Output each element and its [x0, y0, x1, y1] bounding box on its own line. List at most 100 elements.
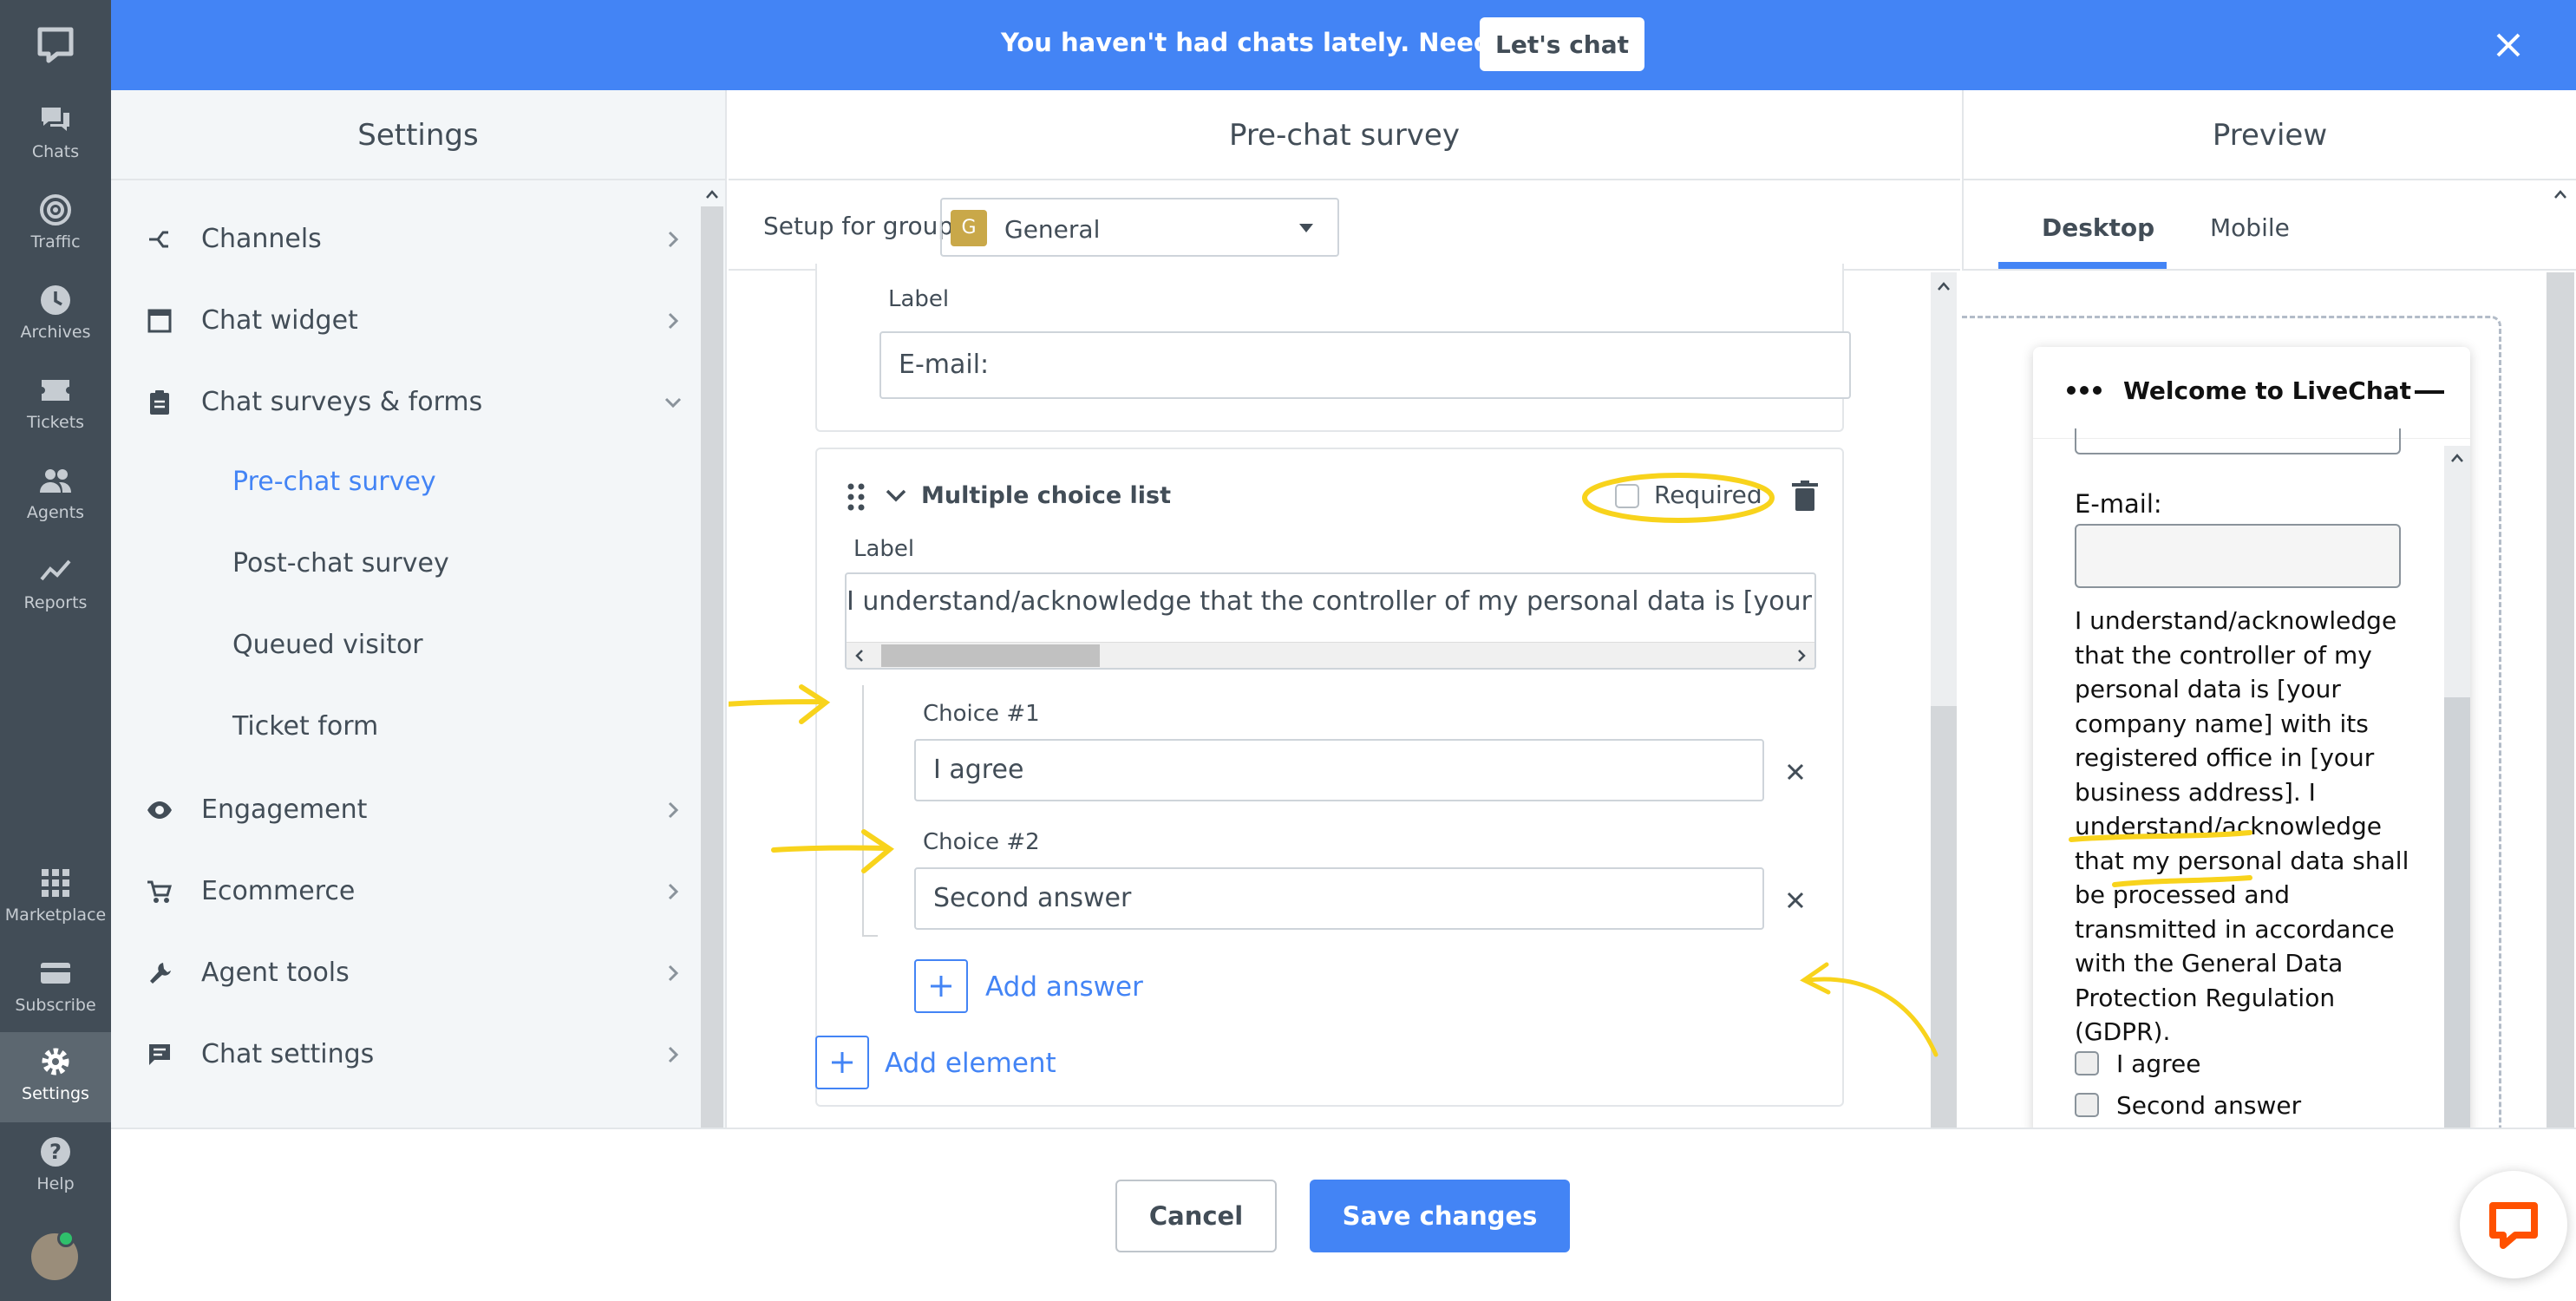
option-2-label: Second answer	[2116, 1091, 2302, 1120]
rail-item-chats[interactable]: Chats	[0, 90, 111, 180]
rail-item-marketplace[interactable]: Marketplace	[0, 853, 111, 944]
livechat-logo-icon[interactable]	[35, 24, 76, 66]
app-root: { "rail": { "items": [ {"label": "Chats"…	[0, 0, 2576, 1301]
save-changes-button[interactable]: Save changes	[1310, 1180, 1570, 1252]
rail-item-settings[interactable]: Settings	[0, 1032, 111, 1122]
rail-label: Archives	[20, 323, 91, 342]
settings-scrollbar-thumb[interactable]	[701, 206, 723, 1128]
clipboard-icon	[150, 390, 169, 415]
rail-label: Agents	[26, 503, 85, 522]
rail-item-agents[interactable]: Agents	[0, 451, 111, 541]
ticket-icon	[42, 380, 69, 401]
livechat-launcher[interactable]	[2460, 1171, 2567, 1278]
scroll-up-icon[interactable]	[2552, 186, 2569, 203]
tab-desktop-underline	[1998, 262, 2167, 269]
rail-label: Subscribe	[15, 996, 96, 1015]
consent-line: personal data is [your	[2075, 675, 2341, 703]
menu-item-chat-surveys[interactable]: Chat surveys & forms	[146, 376, 683, 428]
consent-line: I understand/acknowledge	[2075, 606, 2397, 635]
online-status-dot	[57, 1230, 75, 1247]
rail-label: Tickets	[26, 413, 85, 432]
clock-icon	[41, 285, 70, 315]
card-icon	[41, 963, 70, 984]
consent-line: with the General Data	[2075, 949, 2344, 977]
people-icon	[40, 469, 71, 493]
menu-label: Engagement	[201, 794, 368, 825]
target-icon	[40, 194, 71, 226]
option-1-checkbox[interactable]	[2075, 1051, 2099, 1075]
window-icon	[147, 309, 172, 333]
rail-item-reports[interactable]: Reports	[0, 541, 111, 631]
submenu-pre-chat-survey[interactable]: Pre-chat survey	[232, 467, 436, 497]
help-icon: ?	[41, 1137, 70, 1167]
close-icon[interactable]	[2489, 26, 2527, 64]
menu-item-channels[interactable]: Channels	[146, 213, 683, 265]
widget-email-input[interactable]	[2075, 524, 2401, 588]
tab-mobile[interactable]: Mobile	[2210, 213, 2290, 242]
scroll-up-icon[interactable]	[703, 186, 721, 203]
submenu-post-chat-survey[interactable]: Post-chat survey	[232, 548, 449, 579]
menu-item-engagement[interactable]: Engagement	[146, 784, 683, 836]
cart-icon	[147, 880, 173, 903]
menu-item-agent-tools[interactable]: Agent tools	[146, 947, 683, 999]
navigation-rail: Chats Traffic Archives Tickets Agents Re…	[0, 0, 111, 1301]
help-banner: You haven't had chats lately. Need help?…	[111, 0, 2576, 90]
menu-label: Agent tools	[201, 958, 350, 988]
menu-item-ecommerce[interactable]: Ecommerce	[146, 866, 683, 918]
submenu-ticket-form[interactable]: Ticket form	[232, 711, 378, 742]
consent-line: company name] with its	[2075, 709, 2369, 738]
preview-tabs: Desktop Mobile	[1962, 180, 2576, 271]
rail-label: Traffic	[30, 232, 81, 252]
more-options-icon[interactable]	[2066, 385, 2102, 396]
chevron-right-icon	[668, 964, 679, 982]
chevron-right-icon	[668, 312, 679, 330]
svg-text:?: ?	[49, 1140, 62, 1164]
widget-header: Welcome to LiveChat	[2033, 347, 2470, 439]
gear-icon	[42, 1048, 69, 1075]
tab-desktop[interactable]: Desktop	[2042, 213, 2154, 242]
footer-actions: Cancel Save changes	[111, 1128, 2576, 1301]
menu-item-chat-settings[interactable]: Chat settings	[146, 1029, 683, 1081]
rail-label: Reports	[23, 593, 88, 612]
pre-chat-survey-editor: Pre-chat survey Setup for group G Genera…	[729, 90, 1960, 1128]
rail-item-tickets[interactable]: Tickets	[0, 361, 111, 451]
minimize-icon[interactable]	[2415, 390, 2444, 394]
preview-scrollbar[interactable]	[2547, 272, 2574, 1131]
group-setup-bar: Setup for group G General	[729, 180, 1960, 271]
menu-label: Chat widget	[201, 305, 358, 336]
rail-item-archives[interactable]: Archives	[0, 271, 111, 361]
highlight-underlines	[2069, 830, 2252, 887]
scroll-up-icon[interactable]	[2449, 449, 2466, 467]
consent-line: registered office in [your	[2075, 743, 2375, 772]
chevron-right-icon	[668, 801, 679, 819]
menu-label: Channels	[201, 224, 322, 254]
group-select[interactable]: G General	[940, 198, 1339, 257]
settings-sidebar: Settings Channels Chat widget Chat surve…	[111, 90, 727, 1128]
consent-line: transmitted in accordance	[2075, 914, 2395, 944]
wrench-icon	[150, 963, 171, 984]
lets-chat-button[interactable]: Let's chat	[1480, 17, 1644, 71]
chart-line-icon	[40, 559, 71, 581]
eye-icon	[147, 801, 172, 819]
cancel-button[interactable]: Cancel	[1115, 1180, 1277, 1252]
message-icon	[149, 1044, 170, 1065]
preview-title: Preview	[1962, 90, 2576, 180]
chat-bubbles-icon	[42, 108, 69, 131]
editor-title: Pre-chat survey	[729, 90, 1960, 180]
consent-line: Protection Regulation	[2075, 983, 2336, 1012]
group-name: General	[1004, 215, 1101, 244]
rail-label: Settings	[22, 1084, 89, 1103]
menu-item-chat-widget[interactable]: Chat widget	[146, 295, 683, 347]
submenu-queued-visitor[interactable]: Queued visitor	[232, 630, 423, 660]
group-badge: G	[951, 210, 987, 246]
previous-field-input[interactable]	[2075, 428, 2401, 454]
option-2-checkbox[interactable]	[2075, 1093, 2099, 1117]
rail-item-help[interactable]: ? Help	[0, 1122, 111, 1213]
consent-line: business address]. I	[2075, 777, 2316, 807]
chevron-right-icon	[668, 231, 679, 248]
menu-label: Ecommerce	[201, 876, 356, 906]
rail-item-traffic[interactable]: Traffic	[0, 180, 111, 271]
chevron-right-icon	[668, 1046, 679, 1063]
widget-scrollbar-thumb[interactable]	[2444, 697, 2470, 1131]
rail-item-subscribe[interactable]: Subscribe	[0, 944, 111, 1034]
